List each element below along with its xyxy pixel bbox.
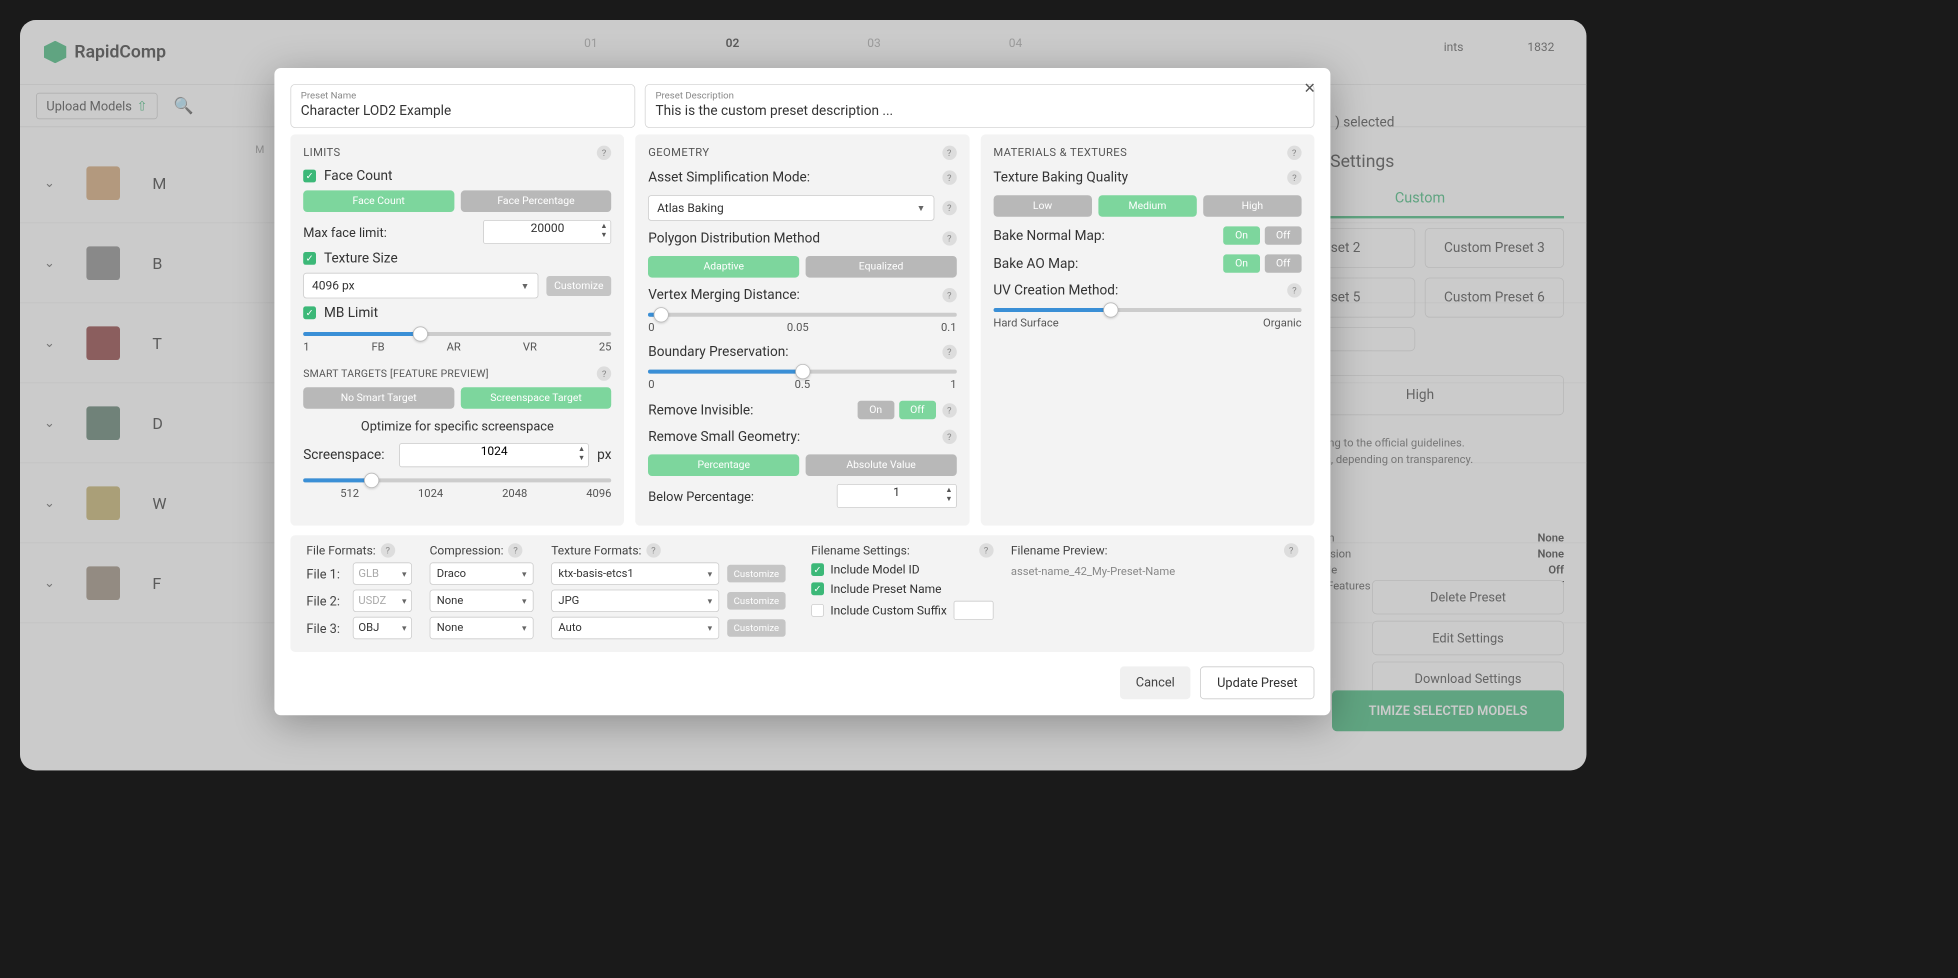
no-smart-target-toggle[interactable]: No Smart Target (303, 387, 454, 409)
bake-normal-off[interactable]: Off (1265, 226, 1302, 244)
remove-invisible-label: Remove Invisible: (648, 402, 753, 418)
texture-size-checkbox[interactable]: ✓ (303, 252, 316, 265)
bake-ao-on[interactable]: On (1223, 254, 1260, 272)
face-count-checkbox[interactable]: ✓ (303, 170, 316, 183)
bake-normal-on[interactable]: On (1223, 226, 1260, 244)
file3-format-select[interactable]: OBJ▾ (353, 617, 412, 639)
preset-edit-modal: ✕ Preset Name Character LOD2 Example Pre… (274, 68, 1330, 715)
max-face-label: Max face limit: (303, 224, 387, 239)
uv-creation-label: UV Creation Method: (993, 282, 1118, 298)
quality-low-toggle[interactable]: Low (993, 195, 1091, 217)
help-icon[interactable]: ? (942, 345, 956, 359)
vertex-merging-label: Vertex Merging Distance: (648, 287, 800, 303)
preset-name-field[interactable]: Preset Name Character LOD2 Example (290, 84, 635, 128)
screenspace-slider[interactable] (303, 478, 611, 482)
screenspace-label: Screenspace: (303, 447, 391, 463)
filename-settings-label: Filename Settings: (811, 543, 910, 557)
face-percentage-toggle[interactable]: Face Percentage (461, 190, 612, 212)
include-custom-suffix-checkbox[interactable] (811, 604, 824, 617)
remove-small-geometry-label: Remove Small Geometry: (648, 429, 800, 445)
help-icon[interactable]: ? (597, 146, 611, 160)
help-icon[interactable]: ? (1284, 543, 1298, 557)
help-icon[interactable]: ? (1287, 146, 1301, 160)
percentage-toggle[interactable]: Percentage (648, 454, 799, 476)
remove-invisible-on[interactable]: On (857, 401, 894, 419)
texture-size-select[interactable]: 4096 px▼ (303, 273, 538, 299)
bake-quality-label: Texture Baking Quality (993, 170, 1128, 186)
chevron-down-icon: ▼ (521, 280, 530, 290)
help-icon[interactable]: ? (942, 288, 956, 302)
help-icon[interactable]: ? (646, 543, 660, 557)
include-model-id-checkbox[interactable]: ✓ (811, 563, 824, 576)
file3-texture-select[interactable]: Auto▾ (551, 617, 719, 639)
help-icon[interactable]: ? (508, 543, 522, 557)
compression-label: Compression: (430, 543, 504, 557)
boundary-preservation-slider[interactable] (648, 370, 956, 374)
help-icon[interactable]: ? (942, 231, 956, 245)
help-icon[interactable]: ? (381, 543, 395, 557)
help-icon[interactable]: ? (979, 543, 993, 557)
simplification-mode-select[interactable]: Atlas Baking▼ (648, 195, 934, 221)
screenspace-input[interactable]: 1024▲▼ (399, 443, 589, 467)
adaptive-toggle[interactable]: Adaptive (648, 256, 799, 278)
remove-invisible-off[interactable]: Off (899, 401, 936, 419)
mb-limit-checkbox[interactable]: ✓ (303, 306, 316, 319)
texture-formats-label: Texture Formats: (551, 543, 641, 557)
below-percentage-label: Below Percentage: (648, 488, 754, 503)
close-icon[interactable]: ✕ (1300, 79, 1319, 98)
below-percentage-input[interactable]: 1▲▼ (837, 484, 957, 508)
file1-texture-select[interactable]: ktx-basis-etcs1▾ (551, 562, 719, 584)
filename-preview-value: asset-name_42_My-Preset-Name (1011, 566, 1299, 579)
bake-ao-label: Bake AO Map: (993, 256, 1078, 272)
mb-limit-label: MB Limit (324, 305, 378, 321)
geometry-panel: GEOMETRY? Asset Simplification Mode:? At… (635, 134, 969, 525)
equalized-toggle[interactable]: Equalized (806, 256, 957, 278)
custom-suffix-input[interactable] (953, 601, 993, 620)
help-icon[interactable]: ? (942, 403, 956, 417)
file3-compression-select[interactable]: None▾ (430, 617, 534, 639)
simplification-mode-label: Asset Simplification Mode: (648, 170, 810, 186)
help-icon[interactable]: ? (1287, 170, 1301, 184)
help-icon[interactable]: ? (942, 146, 956, 160)
bake-ao-off[interactable]: Off (1265, 254, 1302, 272)
face-count-label: Face Count (324, 168, 392, 184)
customize-file1-button[interactable]: Customize (727, 565, 785, 583)
preset-description-field[interactable]: Preset Description This is the custom pr… (645, 84, 1314, 128)
materials-panel: MATERIALS & TEXTURES? Texture Baking Qua… (981, 134, 1315, 525)
filename-preview-label: Filename Preview: (1011, 543, 1108, 557)
file2-compression-select[interactable]: None▾ (430, 590, 534, 612)
quality-high-toggle[interactable]: High (1203, 195, 1301, 217)
customize-file2-button[interactable]: Customize (727, 592, 785, 610)
file2-texture-select[interactable]: JPG▾ (551, 590, 719, 612)
chevron-down-icon: ▼ (917, 203, 926, 213)
include-preset-name-checkbox[interactable]: ✓ (811, 582, 824, 595)
boundary-preservation-label: Boundary Preservation: (648, 344, 788, 360)
file-formats-label: File Formats: (306, 543, 375, 557)
help-icon[interactable]: ? (942, 201, 956, 215)
max-face-input[interactable]: 20000▲▼ (483, 220, 611, 244)
texture-size-label: Texture Size (324, 250, 398, 266)
customize-file3-button[interactable]: Customize (727, 619, 785, 637)
help-icon[interactable]: ? (942, 170, 956, 184)
polygon-distribution-label: Polygon Distribution Method (648, 230, 820, 246)
file1-format-select[interactable]: GLB▾ (353, 562, 412, 584)
file2-format-select[interactable]: USDZ▾ (353, 590, 412, 612)
help-icon[interactable]: ? (1287, 283, 1301, 297)
quality-medium-toggle[interactable]: Medium (1098, 195, 1196, 217)
bake-normal-label: Bake Normal Map: (993, 228, 1105, 244)
face-count-toggle[interactable]: Face Count (303, 190, 454, 212)
customize-texture-button[interactable]: Customize (546, 276, 611, 296)
update-preset-button[interactable]: Update Preset (1200, 666, 1314, 699)
uv-creation-slider[interactable] (993, 308, 1301, 312)
mb-limit-slider[interactable] (303, 332, 611, 336)
file1-compression-select[interactable]: Draco▾ (430, 562, 534, 584)
vertex-merging-slider[interactable] (648, 313, 956, 317)
cancel-button[interactable]: Cancel (1120, 666, 1191, 699)
absolute-value-toggle[interactable]: Absolute Value (806, 454, 957, 476)
help-icon[interactable]: ? (942, 430, 956, 444)
optimize-screenspace-text: Optimize for specific screenspace (303, 418, 611, 433)
help-icon[interactable]: ? (597, 366, 611, 380)
screenspace-target-toggle[interactable]: Screenspace Target (461, 387, 612, 409)
limits-panel: LIMITS? ✓ Face Count Face Count Face Per… (290, 134, 624, 525)
